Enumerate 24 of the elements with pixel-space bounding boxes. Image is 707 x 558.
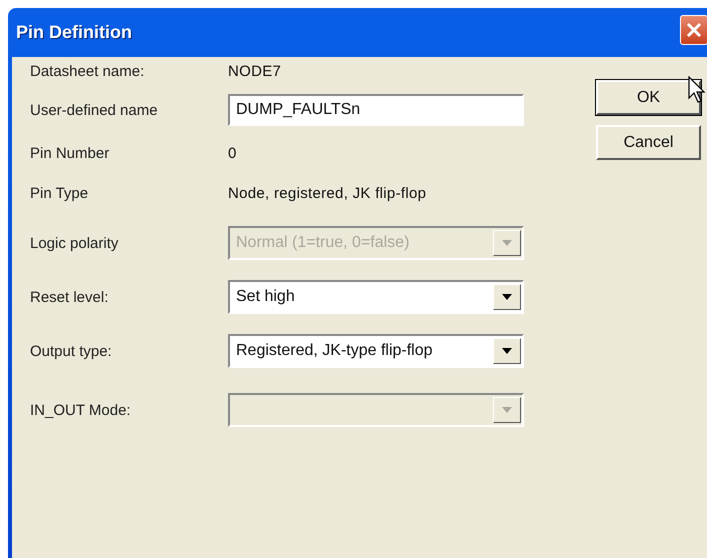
dropdown-arrow-icon bbox=[502, 348, 512, 354]
dropdown-arrow-icon bbox=[502, 294, 512, 300]
field-label: Logic polarity bbox=[30, 234, 120, 252]
name-input-field[interactable]: DUMP_FAULTSn bbox=[228, 94, 524, 126]
ok-button[interactable]: OK bbox=[596, 80, 701, 115]
dropdown-arrow-icon bbox=[502, 407, 512, 413]
dropdown-field[interactable]: Registered, JK-type flip-flop bbox=[228, 334, 524, 368]
field-label: Pin Type bbox=[30, 184, 90, 202]
field-value: Node, registered, JK flip-flop bbox=[228, 184, 428, 202]
window-title: Pin Definition bbox=[16, 22, 132, 43]
pointer-cursor-icon bbox=[688, 76, 706, 104]
field-label: Pin Number bbox=[30, 144, 110, 162]
dropdown-arrow-icon bbox=[502, 240, 512, 246]
cancel-button[interactable]: Cancel bbox=[596, 125, 701, 160]
field-value: 0 bbox=[228, 144, 238, 162]
field-label: User-defined name bbox=[30, 102, 159, 118]
close-button[interactable] bbox=[680, 15, 707, 45]
close-icon bbox=[685, 21, 703, 39]
field-label: Datasheet name: bbox=[30, 62, 146, 80]
field-label: IN_OUT Mode: bbox=[30, 402, 132, 418]
field-label: Reset level: bbox=[30, 288, 110, 306]
field-label: Output type: bbox=[30, 342, 113, 360]
field-value: NODE7 bbox=[228, 62, 282, 80]
dropdown-field[interactable]: Set high bbox=[228, 280, 524, 314]
